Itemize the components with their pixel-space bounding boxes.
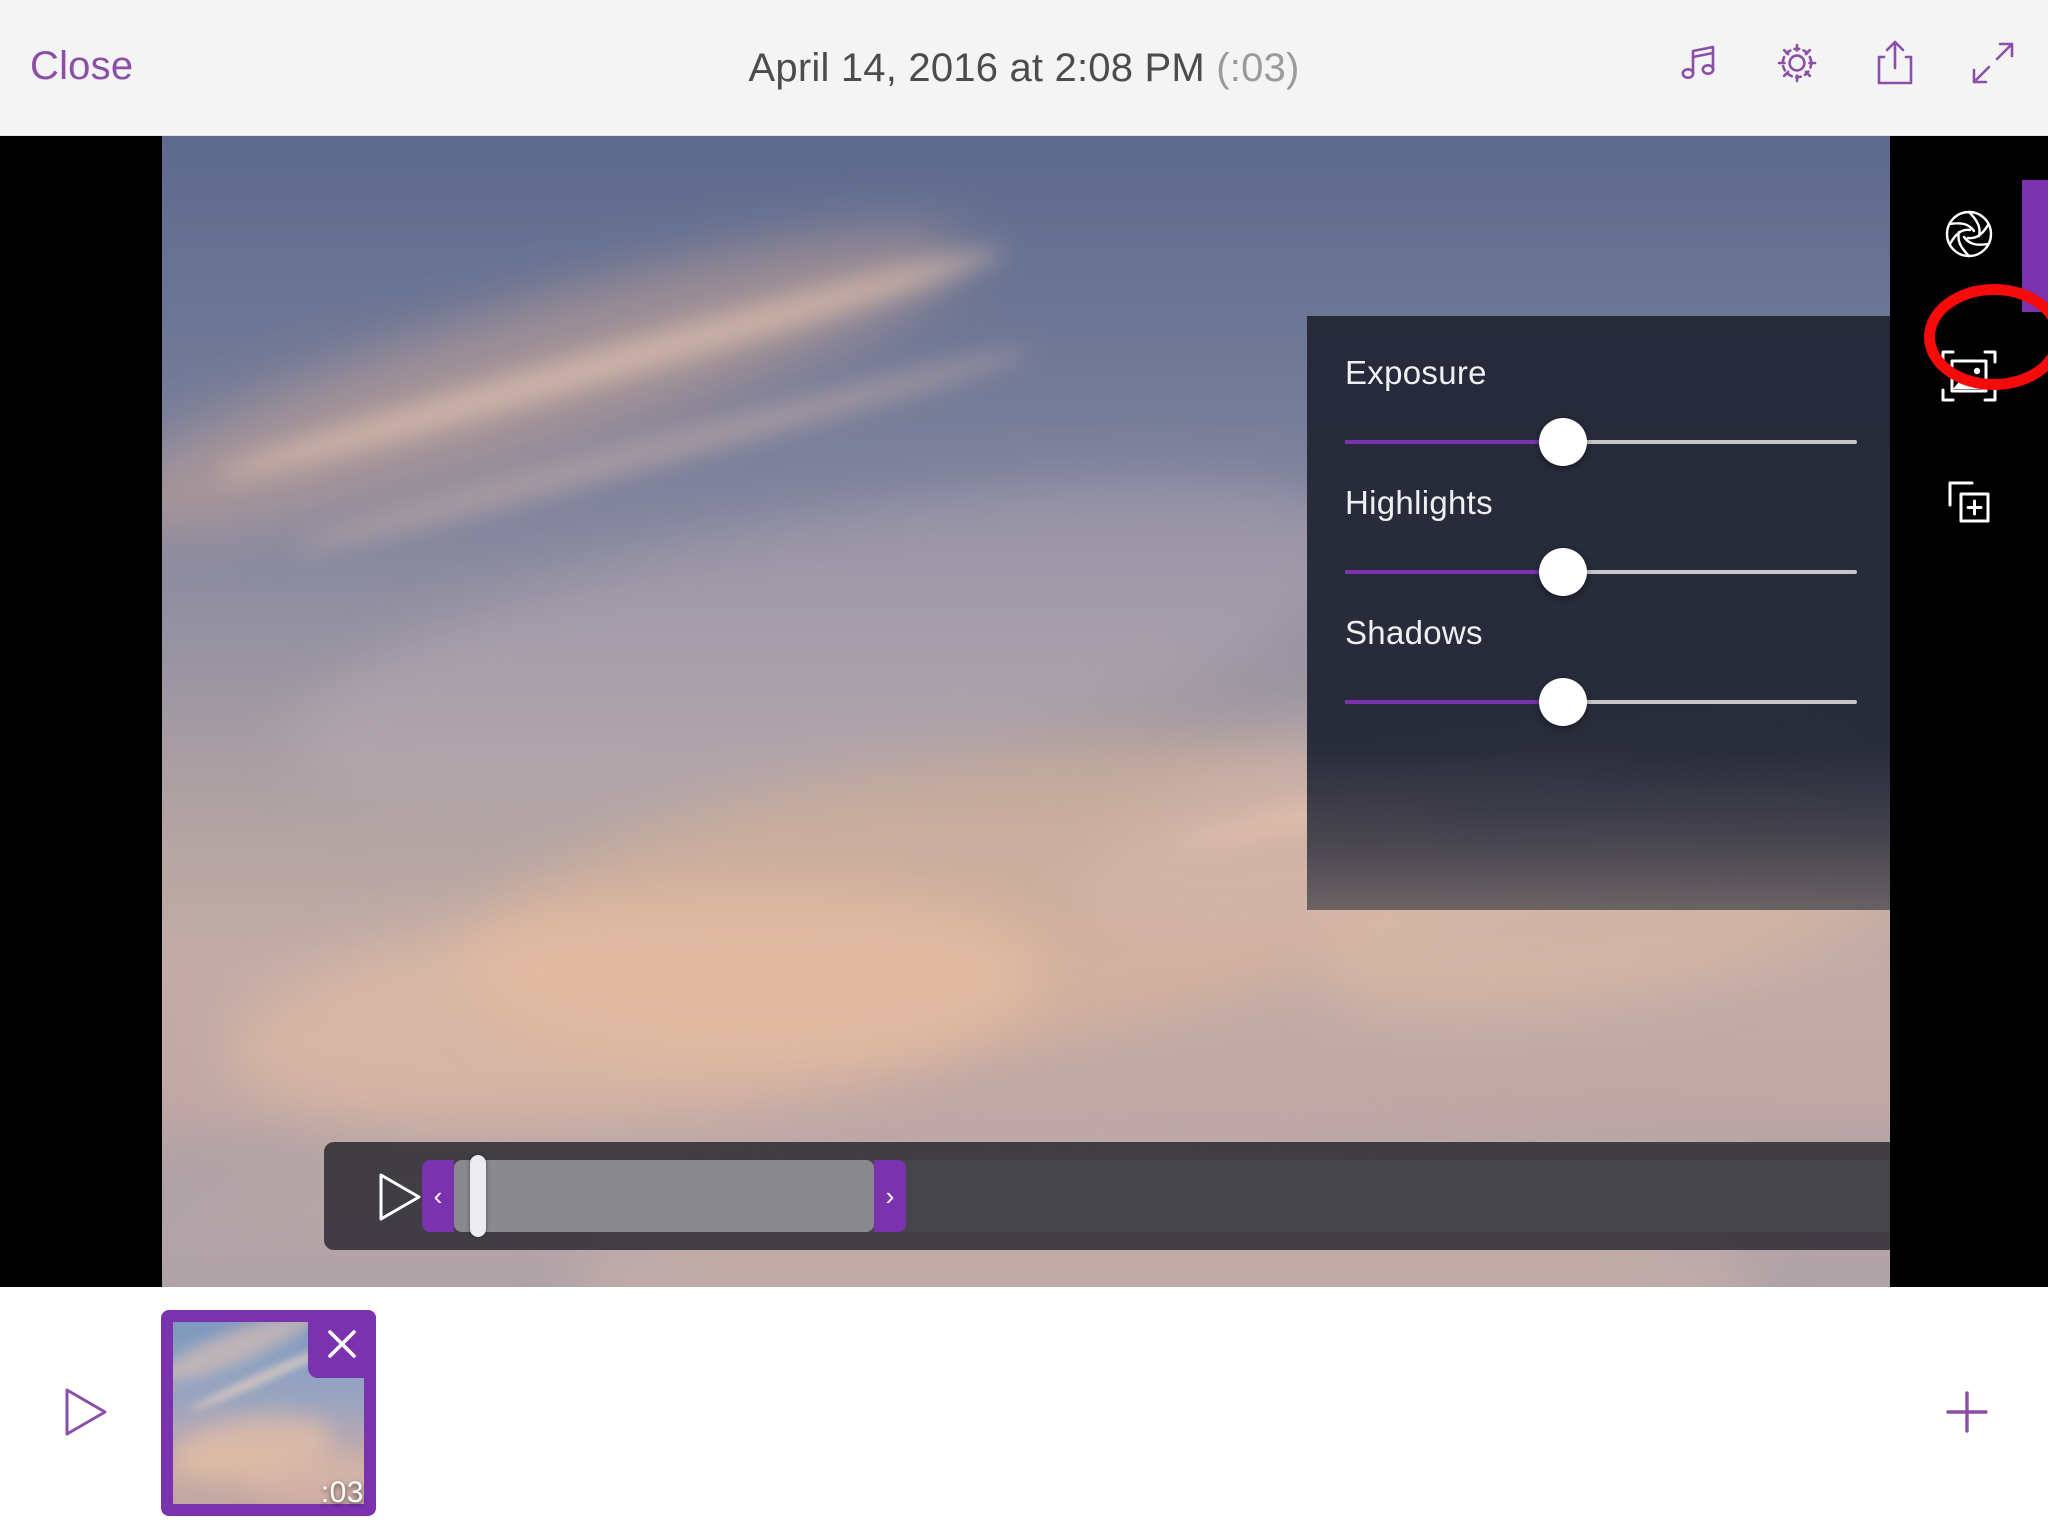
gear-icon[interactable] xyxy=(1770,34,1824,92)
trim-timeline: ‹ › xyxy=(324,1142,1890,1250)
control-exposure-slider[interactable] xyxy=(1345,418,1857,466)
tool-duplicate-button[interactable] xyxy=(1919,454,2019,554)
stage-play-button[interactable] xyxy=(372,1170,426,1224)
duplicate-add-icon xyxy=(1942,475,1996,534)
trim-selection[interactable]: ‹ › xyxy=(454,1160,874,1232)
slider-track-active xyxy=(1345,570,1563,574)
slider-track-active xyxy=(1345,440,1563,444)
trim-handle-left[interactable]: ‹ xyxy=(422,1160,454,1232)
top-toolbar: Close April 14, 2016 at 2:08 PM (:03) xyxy=(0,0,2048,136)
title-duration: (:03) xyxy=(1216,46,1299,90)
share-icon[interactable] xyxy=(1868,34,1922,92)
tool-crop-button[interactable] xyxy=(1919,328,2019,428)
slider-track-active xyxy=(1345,700,1563,704)
list-item[interactable]: :03 xyxy=(161,1310,376,1516)
music-note-icon[interactable] xyxy=(1672,34,1726,92)
adjustments-panel: Exposure Highlights Shadows xyxy=(1307,316,1890,910)
top-toolbar-actions xyxy=(1672,34,2020,92)
tool-rail-active-accent xyxy=(2022,180,2048,312)
trim-left-chevron-icon: ‹ xyxy=(434,1183,443,1209)
trim-track[interactable]: ‹ › xyxy=(454,1160,1890,1232)
control-exposure: Exposure xyxy=(1345,354,1857,466)
control-shadows-slider[interactable] xyxy=(1345,678,1857,726)
control-shadows: Shadows xyxy=(1345,614,1857,726)
clip-duration-label: :03 xyxy=(321,1476,364,1510)
trim-right-chevron-icon: › xyxy=(886,1183,895,1209)
preview-stage: ‹ › Exposure xyxy=(0,136,2048,1287)
control-highlights-slider[interactable] xyxy=(1345,548,1857,596)
expand-icon[interactable] xyxy=(1966,34,2020,92)
title-datetime: April 14, 2016 at 2:08 PM xyxy=(749,46,1205,90)
slider-knob-shadows[interactable] xyxy=(1539,678,1587,726)
add-clip-button[interactable] xyxy=(1940,1385,1994,1439)
trim-handle-right[interactable]: › xyxy=(874,1160,906,1232)
photo-video-editor-window: Close April 14, 2016 at 2:08 PM (:03) xyxy=(0,0,2048,1536)
clip-filmstrip: :03 xyxy=(0,1287,2048,1536)
control-exposure-label: Exposure xyxy=(1345,354,1857,392)
control-highlights: Highlights xyxy=(1345,484,1857,596)
aperture-icon xyxy=(1938,203,2000,270)
slider-knob-highlights[interactable] xyxy=(1539,548,1587,596)
crop-image-icon xyxy=(1940,349,1998,408)
slider-knob-exposure[interactable] xyxy=(1539,418,1587,466)
control-shadows-label: Shadows xyxy=(1345,614,1857,652)
tool-adjust-button[interactable] xyxy=(1919,186,2019,286)
clip-remove-button[interactable] xyxy=(308,1310,376,1378)
control-highlights-label: Highlights xyxy=(1345,484,1857,522)
playhead-scrubber[interactable] xyxy=(470,1155,486,1237)
tool-rail xyxy=(1890,136,2048,1287)
filmstrip-play-button[interactable] xyxy=(58,1385,112,1439)
